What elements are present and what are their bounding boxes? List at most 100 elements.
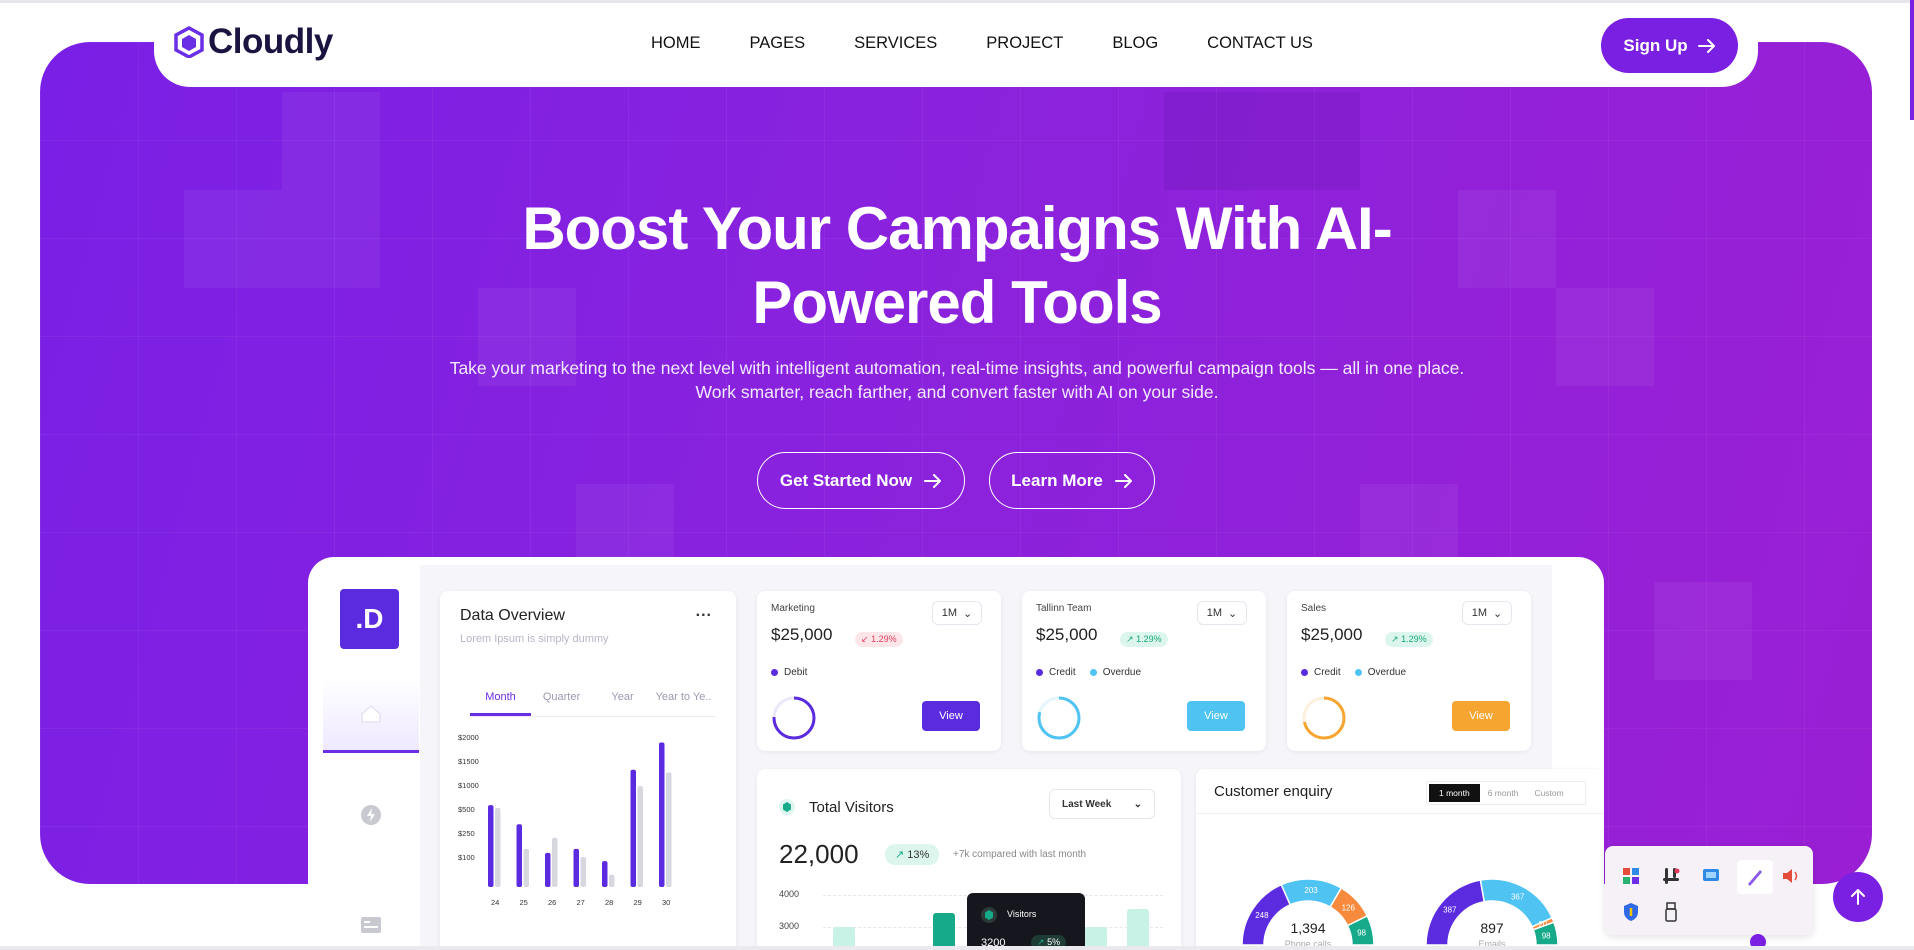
x-tick-label: 30 (662, 898, 670, 907)
view-button[interactable]: View (1452, 701, 1510, 731)
y-tick: 4000 (779, 889, 800, 899)
grid-tile (1654, 582, 1752, 680)
bottom-border (0, 946, 1914, 950)
tab-quarter[interactable]: Quarter (531, 681, 592, 716)
period-select[interactable]: 1M ⌄ (1462, 601, 1512, 625)
customer-enquiry-card: Customer enquiry 1 month 6 month Custom … (1196, 769, 1604, 950)
stat-legend: Credit Overdue (1036, 667, 1141, 678)
scrollbar-thumb[interactable] (1910, 0, 1914, 120)
bar (659, 742, 665, 887)
home-icon (361, 704, 381, 723)
id-card-icon (361, 917, 381, 933)
range-select[interactable]: Last Week ⌄ (1049, 789, 1155, 819)
overview-bar-chart: $2000 $1500 $1000 $500 $250 $100 24 25 26 27 28 29 3… (458, 733, 672, 907)
tab-custom[interactable]: Custom (1526, 784, 1571, 802)
visitors-bar (1127, 909, 1149, 950)
stat-change-value: 1.29% (1401, 634, 1427, 644)
period-select[interactable]: 1M ⌄ (932, 601, 982, 625)
enquiry-title: Customer enquiry (1214, 783, 1333, 800)
sidebar-item-cards[interactable] (353, 907, 389, 943)
pen-icon[interactable] (1737, 860, 1773, 894)
bar (580, 857, 586, 887)
progress-ring (772, 696, 816, 740)
speaker-icon[interactable] (1777, 862, 1805, 890)
bar (630, 769, 636, 887)
tab-1-month[interactable]: 1 month (1429, 784, 1480, 802)
shield-icon[interactable] (1617, 898, 1645, 926)
stat-label: Sales (1301, 603, 1327, 614)
page: Cloudly HOME PAGES SERVICES PROJECT BLOG… (0, 0, 1914, 950)
arrow-up-icon (1851, 889, 1865, 905)
legend-dot (1301, 668, 1308, 676)
stat-value: $25,000 (771, 625, 833, 644)
monitor-icon[interactable] (1697, 862, 1725, 890)
tab-year[interactable]: Year (592, 681, 653, 716)
nav-contact-us[interactable]: CONTACT US (1207, 34, 1313, 53)
period-select[interactable]: 1M ⌄ (1197, 601, 1247, 625)
x-tick-label: 29 (634, 898, 642, 907)
hero-title-line1: Boost Your Campaigns With AI- (522, 195, 1392, 262)
view-button[interactable]: View (1187, 701, 1245, 731)
enquiry-gauges: 248203126981,394Phone calls3873672098897… (1241, 878, 1559, 949)
grid-tile (1262, 92, 1360, 190)
bar (573, 848, 579, 887)
visitors-compare: +7k compared with last month (953, 849, 1087, 860)
view-button[interactable]: View (922, 701, 980, 731)
nav-pages[interactable]: PAGES (750, 34, 806, 53)
legend-label: Overdue (1367, 667, 1407, 678)
usb-icon[interactable] (1657, 898, 1685, 926)
hero-subtitle-line2: Work smarter, reach farther, and convert… (695, 382, 1219, 402)
brand-name: Cloudly (208, 22, 333, 61)
view-label: View (1204, 710, 1228, 722)
nav-blog[interactable]: BLOG (1112, 34, 1158, 53)
bar (666, 772, 672, 887)
more-options-icon[interactable]: ... (696, 603, 712, 621)
learn-more-button[interactable]: Learn More (989, 452, 1155, 509)
get-started-button[interactable]: Get Started Now (757, 452, 965, 509)
legend-label: Credit (1049, 667, 1076, 678)
sidebar-item-home[interactable] (323, 677, 419, 753)
nav-services[interactable]: SERVICES (854, 34, 937, 53)
colorful-app-icon[interactable] (1617, 862, 1645, 890)
slack-icon[interactable] (1657, 862, 1685, 890)
stat-change-badge: ↙ 1.29% (855, 629, 903, 647)
period-value: 1M (1206, 607, 1223, 619)
legend-dot (1036, 668, 1043, 676)
tab-6-month[interactable]: 6 month (1480, 784, 1527, 802)
tab-month[interactable]: Month (470, 681, 531, 716)
period-value: 1M (1471, 607, 1488, 619)
brand-logo[interactable]: Cloudly (174, 22, 333, 62)
nav-project[interactable]: PROJECT (986, 34, 1063, 53)
enquiry-tabs: 1 month 6 month Custom (1426, 781, 1586, 805)
bar (552, 837, 558, 887)
system-tray-popup (1605, 846, 1813, 935)
sign-up-button[interactable]: Sign Up (1601, 18, 1738, 73)
x-tick-label: 26 (548, 898, 556, 907)
visitors-bar (933, 913, 955, 950)
divider (1196, 813, 1604, 814)
total-visitors-card: Total Visitors Last Week ⌄ 22,000 ↗ 13% +… (757, 769, 1181, 950)
y-tick: 3000 (779, 921, 800, 931)
bar (495, 807, 501, 887)
tooltip-label: Visitors (1007, 909, 1037, 919)
y-tick-label: $500 (458, 805, 475, 814)
cube-icon (981, 907, 997, 923)
nav-home[interactable]: HOME (651, 34, 701, 53)
lightning-icon (361, 805, 381, 825)
data-overview-subtitle: Lorem Ipsum is simply dummy (460, 633, 609, 645)
main-menu: HOME PAGES SERVICES PROJECT BLOG CONTACT… (651, 34, 1362, 53)
tab-year-to-date[interactable]: Year to Ye.. (653, 681, 714, 716)
hero-title: Boost Your Campaigns With AI- Powered To… (380, 192, 1534, 340)
visitors-tooltip: Visitors 3200 ↗ 5% (967, 893, 1085, 950)
y-tick-label: $250 (458, 829, 475, 838)
x-tick-label: 24 (491, 898, 499, 907)
visitors-change-badge: ↗ 13% (885, 844, 940, 865)
stat-change-value: 1.29% (1136, 634, 1162, 644)
stat-card-sales: Sales 1M ⌄ $25,000 ↗ 1.29% Credit Overdue … (1287, 591, 1531, 751)
y-tick-label: $100 (458, 853, 475, 862)
gauge-segment-label: 126 (1342, 904, 1356, 913)
scroll-to-top-button[interactable] (1833, 872, 1883, 922)
sidebar-item-activity[interactable] (353, 797, 389, 833)
dashboard-logo: .D (340, 589, 399, 649)
bar (488, 805, 494, 887)
